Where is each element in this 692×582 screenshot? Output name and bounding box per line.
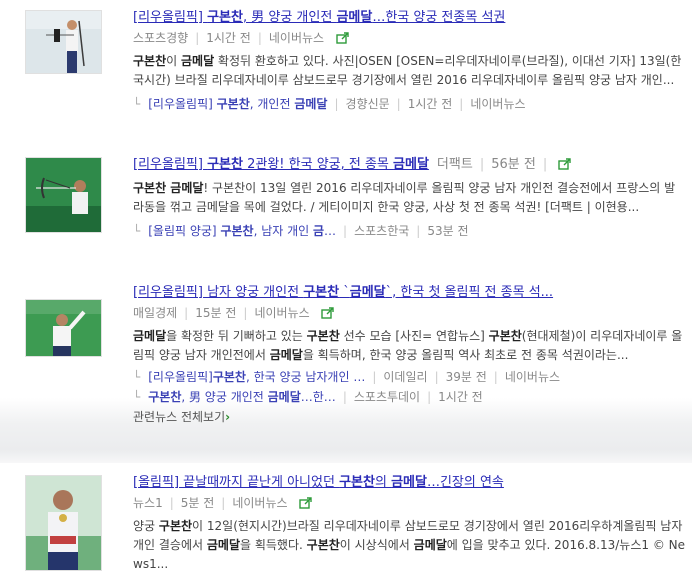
article-title[interactable]: [올림픽] 끝날때까지 끝난게 아니었던 구본찬의 금메달…긴장의 연속 [133,473,686,493]
related-title[interactable]: 구본찬, 男 양궁 개인전 금메달…한… [148,390,336,404]
related-time: 53분 전 [427,224,469,238]
source-name[interactable]: 뉴스1 [133,496,163,510]
thumbnail-image[interactable] [25,299,102,357]
article-summary: 양궁 구본찬이 12일(현지시간)브라질 리우데자네이루 삼보드로모 경기장에서… [133,519,685,571]
related-source[interactable]: 이데일리 [383,370,427,384]
related-time: 1시간 전 [407,97,453,111]
source-name[interactable]: 스포츠경향 [133,31,188,45]
share-icon[interactable] [299,497,313,509]
article-summary: 구본찬 금메달! 구본찬이 13일 열린 2016 리우데자네이루 올림픽 양궁… [133,181,676,214]
naver-news-link[interactable]: 네이버뉴스 [269,31,324,45]
related-time: 39분 전 [445,370,487,384]
related-title[interactable]: [올림픽 양궁] 구본찬, 남자 개인 금… [148,224,336,238]
source-name[interactable]: 매일경제 [133,306,177,320]
article-summary: 구본찬이 금메달 확정뒤 환호하고 있다. 사진|OSEN [OSEN=리우데자… [133,54,682,87]
related-time: 1시간 전 [438,390,483,404]
naver-news-link[interactable]: 네이버뉴스 [254,306,309,320]
source-name[interactable]: 더팩트 [437,157,473,172]
article-meta: 뉴스1 | 5분 전 | 네이버뉴스 [133,493,686,513]
share-icon[interactable] [336,32,350,44]
chevron-right-icon: › [225,410,231,424]
related-title[interactable]: [리우올림픽] 구본찬, 개인전 금메달 [148,97,327,111]
thumbnail-image[interactable] [25,10,102,74]
article-title[interactable]: [리우올림픽] 남자 양궁 개인전 구본찬 `금메달`, 한국 첫 올림픽 전 … [133,283,686,303]
time-ago: 5분 전 [180,496,215,510]
article-summary: 금메달을 확정한 뒤 기뻐하고 있는 구본찬 선수 모습 [사진= 연합뉴스] … [133,329,683,362]
time-ago: 56분 전 [491,157,536,172]
related-article: └ [올림픽 양궁] 구본찬, 남자 개인 금… | 스포츠한국 | 53분 전 [133,224,469,238]
article-meta: 스포츠경향 | 1시간 전 | 네이버뉴스 [133,28,686,48]
related-portal[interactable]: 네이버뉴스 [505,370,560,384]
article-meta: 매일경제 | 15분 전 | 네이버뉴스 [133,303,686,323]
related-source[interactable]: 스포츠한국 [354,224,409,238]
related-title[interactable]: [리우올림픽]구본찬, 한국 양궁 남자개인 … [148,370,365,384]
related-article: └ [리우올림픽] 구본찬, 개인전 금메달 | 경향신문 | 1시간 전 | 네이버뉴스 [133,97,526,111]
thumbnail-image[interactable] [25,157,102,233]
related-article: └ 구본찬, 男 양궁 개인전 금메달…한… | 스포츠투데이 | 1시간 전 [133,390,483,404]
naver-news-link[interactable]: 네이버뉴스 [232,496,287,510]
article-title[interactable]: [리우올림픽] 구본찬 2관왕! 한국 양궁, 전 종목 금메달 더팩트 | 56분 … [133,155,686,175]
share-icon[interactable] [321,307,335,319]
time-ago: 1시간 전 [206,31,251,45]
related-article: └ [리우올림픽]구본찬, 한국 양궁 남자개인 … | 이데일리 | 39분 전 | 네이버… [133,370,561,384]
article-title[interactable]: [리우올림픽] 구본찬, 男 양궁 개인전 금메달…한국 양궁 전종목 석권 [133,8,686,28]
related-portal[interactable]: 네이버뉴스 [470,97,525,111]
more-related-news-link[interactable]: 관련뉴스 전체보기› [133,407,686,427]
related-source[interactable]: 경향신문 [346,97,390,111]
related-source[interactable]: 스포츠투데이 [354,390,420,404]
thumbnail-image[interactable] [25,475,102,571]
share-icon[interactable] [558,158,572,170]
time-ago: 15분 전 [195,306,237,320]
